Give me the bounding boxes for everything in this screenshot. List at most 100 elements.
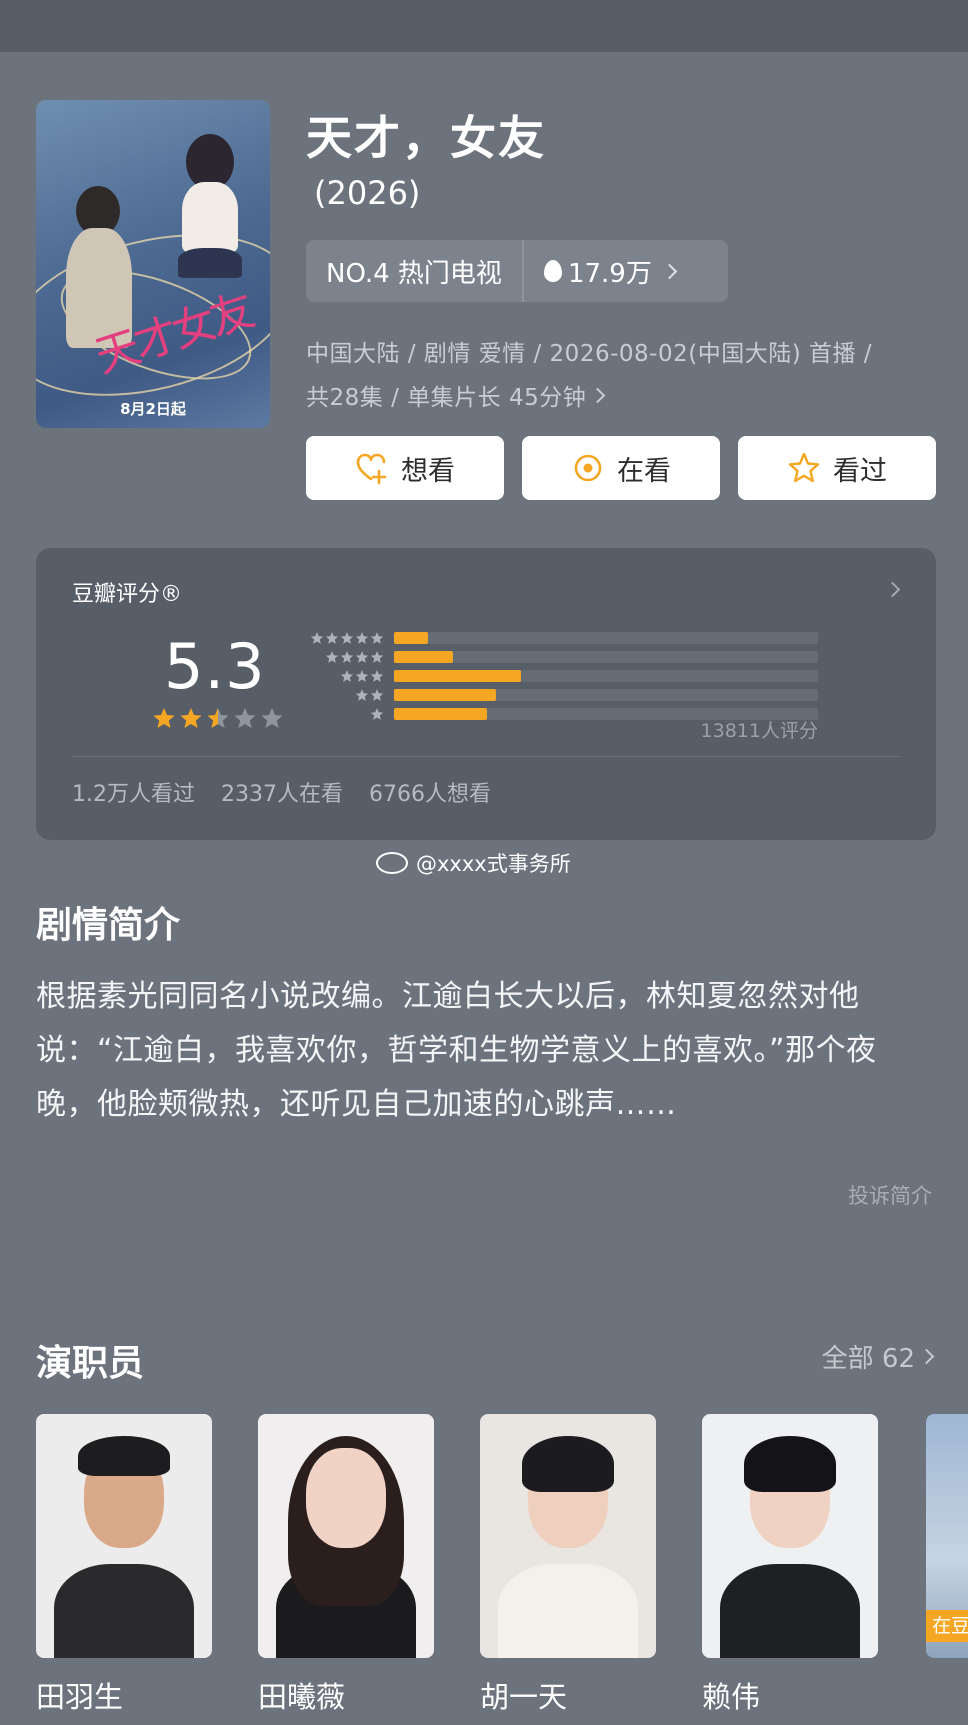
cast-photo xyxy=(258,1414,434,1658)
cast-photo-hair xyxy=(744,1436,836,1492)
cast-all-link[interactable]: 全部 62 xyxy=(821,1338,935,1375)
divider xyxy=(72,756,900,757)
status-bar xyxy=(0,0,968,52)
distribution-bar xyxy=(394,707,488,720)
rating-stars xyxy=(152,706,284,730)
cast-card[interactable]: 胡一天 xyxy=(480,1414,656,1716)
distribution-track xyxy=(394,631,818,644)
want-to-watch-button[interactable]: 想看 xyxy=(306,436,504,500)
flame-icon xyxy=(543,260,562,282)
cast-name: 田羽生 xyxy=(36,1680,124,1714)
small-star-icon xyxy=(355,631,369,644)
distribution-row xyxy=(300,666,818,685)
heat-link[interactable]: 17.9万 xyxy=(521,240,728,302)
distribution-row xyxy=(300,685,818,704)
distribution-bar xyxy=(394,688,496,701)
small-star-icon xyxy=(370,688,384,701)
distribution-bar xyxy=(394,631,428,644)
small-star-icon xyxy=(355,669,369,682)
rating-star-icon xyxy=(234,708,256,728)
watermark: @xxxx式事务所 xyxy=(376,848,571,878)
rating-score: 5.3 xyxy=(164,630,266,703)
report-synopsis-link[interactable]: 投诉简介 xyxy=(848,1180,932,1210)
episode-info: 共28集 / 单集片长 45分钟 xyxy=(306,385,587,411)
rating-stats: 1.2万人看过 2337人在看 6766人想看 xyxy=(72,776,491,808)
distribution-track xyxy=(394,669,818,682)
star-outline-icon xyxy=(788,452,820,483)
small-star-icon xyxy=(370,650,384,663)
rating-star-icon xyxy=(261,708,283,728)
cast-photo-hair xyxy=(522,1436,614,1492)
chevron-right-icon xyxy=(661,263,678,279)
distribution-stars xyxy=(300,688,384,702)
small-star-icon xyxy=(325,650,339,663)
cast-photo-body xyxy=(498,1564,638,1658)
cast-photo-hair xyxy=(78,1436,170,1476)
cast-badge: 在豆 xyxy=(926,1610,968,1642)
rating-star-icon xyxy=(153,708,175,728)
target-circle-icon xyxy=(574,454,602,482)
want-count: 6766人想看 xyxy=(369,782,491,807)
meta-info: 中国大陆 / 剧情 爱情 / 2026-08-02(中国大陆) 首播 / xyxy=(306,341,873,367)
poster-figure xyxy=(182,182,238,252)
want-label: 想看 xyxy=(401,455,455,487)
weibo-logo-icon xyxy=(376,852,408,874)
small-star-icon xyxy=(355,688,369,701)
cast-photo xyxy=(36,1414,212,1658)
small-star-icon xyxy=(370,631,384,644)
cast-photo-face xyxy=(306,1448,386,1548)
distribution-bar xyxy=(394,650,454,663)
small-star-icon xyxy=(355,650,369,663)
release-year: (2026) xyxy=(314,174,421,212)
distribution-stars xyxy=(300,650,384,664)
cast-card[interactable]: 赖伟 xyxy=(702,1414,878,1716)
action-buttons: 想看 在看 看过 xyxy=(306,436,936,500)
rating-star-icon xyxy=(180,708,202,728)
page-title: 天才，女友 xyxy=(306,111,546,165)
meta-info-link[interactable]: 共28集 / 单集片长 45分钟 xyxy=(306,378,606,412)
watched-count: 1.2万人看过 xyxy=(72,782,195,807)
rating-label: 豆瓣评分® xyxy=(72,582,183,607)
poster-date: 8月2日起 xyxy=(120,400,186,418)
cast-card[interactable]: 田羽生 xyxy=(36,1414,212,1716)
cast-card[interactable]: 田曦薇 xyxy=(258,1414,434,1716)
cast-name: 胡一天 xyxy=(480,1680,568,1714)
rating-distribution xyxy=(300,628,818,723)
small-star-icon xyxy=(325,631,339,644)
cast-photo xyxy=(702,1414,878,1658)
distribution-stars xyxy=(300,707,384,721)
small-star-icon xyxy=(340,650,354,663)
watched-label: 看过 xyxy=(833,455,887,487)
distribution-track xyxy=(394,688,818,701)
poster-figure xyxy=(178,248,242,278)
cast-title: 演职员 xyxy=(36,1343,145,1384)
cast-list: 田羽生 田曦薇 胡一天 赖伟 xyxy=(36,1414,878,1716)
watching-button[interactable]: 在看 xyxy=(522,436,720,500)
chevron-right-icon xyxy=(918,1348,935,1365)
cast-name: 赖伟 xyxy=(702,1680,761,1714)
distribution-stars xyxy=(300,631,384,645)
rating-star-icon xyxy=(207,708,229,728)
small-star-icon xyxy=(340,631,354,644)
distribution-stars xyxy=(300,669,384,683)
small-star-icon xyxy=(370,669,384,682)
distribution-track xyxy=(394,650,818,663)
small-star-icon xyxy=(340,669,354,682)
cast-photo-body xyxy=(54,1564,194,1658)
cast-photo xyxy=(480,1414,656,1658)
chevron-right-icon xyxy=(589,387,606,403)
cast-photo-body xyxy=(720,1564,860,1658)
synopsis-title: 剧情简介 xyxy=(36,905,181,946)
watching-count: 2337人在看 xyxy=(221,782,343,807)
distribution-bar xyxy=(394,669,522,682)
rating-card[interactable]: 豆瓣评分® 5.3 13811人评分 1.2万人看过 2337人在看 6766人… xyxy=(36,548,936,840)
heart-plus-icon xyxy=(356,453,387,485)
synopsis-text: 根据素光同同名小说改编。江逾白长大以后，林知夏忽然对他说：“江逾白，我喜欢你，哲… xyxy=(36,979,877,1122)
watched-button[interactable]: 看过 xyxy=(738,436,936,500)
distribution-row xyxy=(300,647,818,666)
cast-card-partial[interactable]: 在豆 xyxy=(926,1414,968,1658)
ranking-pill[interactable]: NO.4 热门电视 17.9万 xyxy=(306,240,728,302)
poster-image[interactable]: 天才女友 8月2日起 xyxy=(36,100,270,428)
cast-name: 田曦薇 xyxy=(258,1680,346,1714)
cast-all-label: 全部 62 xyxy=(821,1344,915,1374)
